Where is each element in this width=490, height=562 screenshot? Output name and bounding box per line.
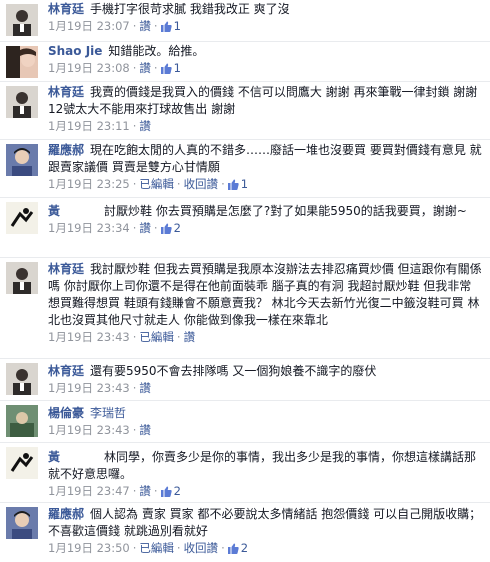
- redacted-name: [66, 205, 105, 218]
- comment: 林育廷 還有要5950不會去排隊嗎 又一個狗娘養不識字的廢伏 1月19日 23:4…: [0, 359, 490, 399]
- like-count[interactable]: 1: [241, 177, 248, 191]
- comment: 黃 討厭炒鞋 你去買預購是怎麼了?對了如果能5950的話我要買，謝謝~ 1月19日…: [0, 198, 490, 256]
- like-count[interactable]: 2: [174, 484, 181, 498]
- like-link[interactable]: 讚: [139, 484, 151, 498]
- thumbs-up-icon: [160, 62, 172, 79]
- like-link[interactable]: 讚: [139, 19, 151, 33]
- like-link[interactable]: 讚: [139, 221, 151, 235]
- comment-meta: 1月19日 23:11 · 讚: [48, 119, 151, 133]
- avatar[interactable]: [6, 46, 38, 78]
- edited-link[interactable]: 已編輯: [139, 330, 174, 344]
- thumbs-up-icon: [227, 178, 239, 195]
- commenter-name[interactable]: 黃: [48, 450, 60, 464]
- tagged-user-link[interactable]: 李瑞哲: [90, 406, 126, 420]
- timestamp[interactable]: 1月19日 23:08: [48, 61, 130, 75]
- timestamp[interactable]: 1月19日 23:11: [48, 119, 130, 133]
- comment-text: 還有要5950不會去排隊嗎 又一個狗娘養不識字的廢伏: [90, 364, 377, 378]
- like-count[interactable]: 2: [174, 221, 181, 235]
- avatar[interactable]: [6, 507, 38, 539]
- commenter-name[interactable]: 羅應郝: [48, 507, 84, 521]
- comment: 黃林同學，你賣多少是你的事情，我出多少是我的事情，你想這樣講話那就不好意思囉。 …: [0, 443, 490, 501]
- avatar[interactable]: [6, 363, 38, 395]
- commenter-name[interactable]: 楊倫豪: [48, 406, 84, 420]
- commenter-name[interactable]: 林育廷: [48, 85, 84, 99]
- comment-text: 知錯能改。給推。: [108, 44, 205, 58]
- comment-meta: 1月19日 23:08 · 讚 · 1: [48, 60, 482, 79]
- timestamp[interactable]: 1月19日 23:43: [48, 381, 130, 395]
- timestamp[interactable]: 1月19日 23:47: [48, 484, 130, 498]
- thumbs-up-icon: [160, 20, 172, 37]
- timestamp[interactable]: 1月19日 23:50: [48, 541, 130, 555]
- thumbs-up-icon: [160, 485, 172, 502]
- like-link[interactable]: 讚: [139, 381, 151, 395]
- thumbs-up-icon: [227, 542, 239, 559]
- commenter-name[interactable]: 林育廷: [48, 364, 84, 378]
- commenter-name[interactable]: 黃: [48, 204, 60, 218]
- like-count[interactable]: 1: [174, 61, 181, 75]
- comment-meta: 1月19日 23:43 · 讚: [48, 381, 151, 395]
- timestamp[interactable]: 1月19日 23:25: [48, 177, 130, 191]
- avatar[interactable]: [6, 4, 38, 36]
- comment-thread: 林育廷 手機打字很苛求膩 我錯我改正 爽了沒 1月19日 23:07 · 讚 · 1 Sh…: [0, 0, 490, 562]
- timestamp[interactable]: 1月19日 23:34: [48, 221, 130, 235]
- comment-text: 林同學，你賣多少是你的事情，我出多少是我的事情，你想這樣講話那就不好意思囉。: [48, 450, 477, 481]
- comment: 羅應郝 個人認為 賣家 買家 都不必要說太多情緒話 抱怨價錢 可以自己開版收購；不…: [0, 503, 490, 561]
- redacted-name: [66, 451, 105, 464]
- comment: 林育廷 我賣的價錢是我買入的價錢 不信可以問鷹大 謝謝 再來筆戰一律封鎖 謝謝 1…: [0, 82, 490, 138]
- commenter-name[interactable]: Shao Jie: [48, 44, 102, 58]
- comment: Shao Jie 知錯能改。給推。 1月19日 23:08 · 讚 · 1: [0, 42, 490, 80]
- comment-text: 個人認為 賣家 買家 都不必要說太多情緒話 抱怨價錢 可以自己開版收購；不喜歡這…: [48, 507, 482, 538]
- timestamp[interactable]: 1月19日 23:07: [48, 19, 130, 33]
- comment-text: 手機打字很苛求膩 我錯我改正 爽了沒: [90, 2, 290, 16]
- like-link[interactable]: 讚: [184, 330, 196, 344]
- avatar[interactable]: [6, 447, 38, 479]
- avatar[interactable]: [6, 86, 38, 118]
- comment-text: 我賣的價錢是我買入的價錢 不信可以問鷹大 謝謝 再來筆戰一律封鎖 謝謝 12號太…: [48, 85, 478, 116]
- comment-text: 討厭炒鞋 你去買預購是怎麼了?對了如果能5950的話我要買，謝謝~: [104, 204, 467, 218]
- avatar[interactable]: [6, 202, 38, 234]
- timestamp[interactable]: 1月19日 23:43: [48, 423, 130, 437]
- timestamp[interactable]: 1月19日 23:43: [48, 330, 130, 344]
- avatar[interactable]: [6, 405, 38, 437]
- like-count[interactable]: 1: [174, 19, 181, 33]
- comment: 羅應郝 現在吃飽太閒的人真的不錯多……廢話一堆也沒要買 要買對價錢有意見 就跟賣家…: [0, 140, 490, 196]
- comment-meta: 1月19日 23:50 · 已編輯 · 收回讚 · 2: [48, 540, 482, 559]
- comment-text: 現在吃飽太閒的人真的不錯多……廢話一堆也沒要買 要買對價錢有意見 就跟賣家議價 …: [48, 143, 482, 174]
- comment-meta: 1月19日 23:07 · 讚 · 1: [48, 18, 482, 37]
- commenter-name[interactable]: 林育廷: [48, 262, 84, 276]
- like-link[interactable]: 讚: [139, 61, 151, 75]
- thumbs-up-icon: [160, 222, 172, 239]
- like-link[interactable]: 讚: [139, 119, 151, 133]
- comment-meta: 1月19日 23:34 · 讚 · 2: [48, 220, 482, 239]
- edited-link[interactable]: 已編輯: [139, 177, 174, 191]
- commenter-name[interactable]: 林育廷: [48, 2, 84, 16]
- like-link[interactable]: 讚: [139, 423, 151, 437]
- comment-meta: 1月19日 23:25 · 已編輯 · 收回讚 · 1: [48, 176, 482, 195]
- comment-meta: 1月19日 23:43 · 已編輯 · 讚: [48, 330, 196, 344]
- comment: 楊倫豪 李瑞哲 1月19日 23:43 · 讚: [0, 401, 490, 441]
- comment: 林育廷 手機打字很苛求膩 我錯我改正 爽了沒 1月19日 23:07 · 讚 · 1: [0, 0, 490, 40]
- avatar[interactable]: [6, 262, 38, 294]
- comment-text: 我討厭炒鞋 但我去買預購是我原本沒辦法去排忍痛買炒價 但這跟你有關係嗎 你討厭你…: [48, 262, 482, 327]
- comment-meta: 1月19日 23:47 · 讚 · 2: [48, 483, 482, 502]
- avatar[interactable]: [6, 144, 38, 176]
- like-count[interactable]: 2: [241, 541, 248, 555]
- edited-link[interactable]: 已編輯: [139, 541, 174, 555]
- comment: 林育廷 我討厭炒鞋 但我去買預購是我原本沒辦法去排忍痛買炒價 但這跟你有關係嗎 你…: [0, 258, 490, 357]
- unlike-link[interactable]: 收回讚: [184, 177, 219, 191]
- comment-meta: 1月19日 23:43 · 讚: [48, 423, 151, 437]
- commenter-name[interactable]: 羅應郝: [48, 143, 84, 157]
- unlike-link[interactable]: 收回讚: [184, 541, 219, 555]
